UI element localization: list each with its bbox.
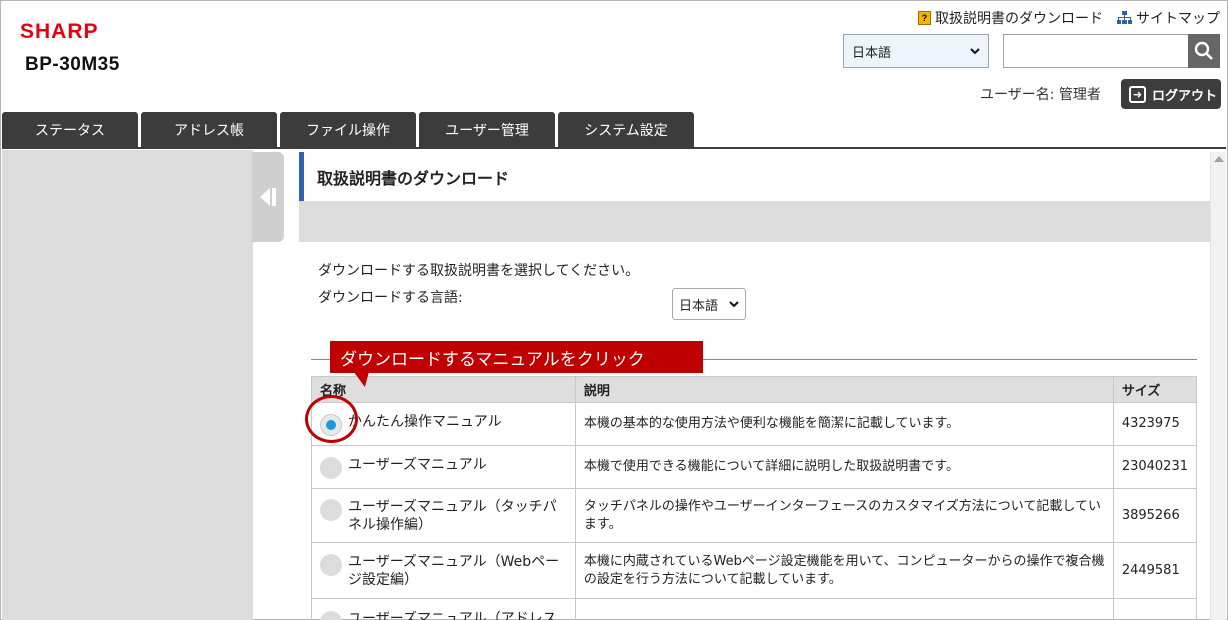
tab-file-operation[interactable]: ファイル操作 (280, 112, 416, 148)
manual-name: ユーザーズマニュアル (348, 456, 487, 473)
sitemap-label: サイトマップ (1136, 11, 1220, 27)
vertical-scrollbar[interactable] (1210, 152, 1226, 620)
tab-user-management[interactable]: ユーザー管理 (419, 112, 555, 148)
tab-underline (2, 147, 1226, 149)
manual-radio[interactable] (320, 611, 342, 620)
table-row[interactable]: ユーザーズマニュアル（アドレス (311, 598, 1198, 620)
manual-description: 本機で使用できる機能について詳細に説明した取扱説明書です。 (574, 445, 1114, 489)
manual-download-link[interactable]: ? 取扱説明書のダウンロード (918, 8, 1103, 28)
column-header-size: サイズ (1112, 376, 1198, 403)
sitemap-icon (1117, 11, 1132, 25)
sidebar (2, 150, 253, 620)
table-row[interactable]: かんたん操作マニュアル 本機の基本的な使用方法や便利な機能を簡潔に記載しています… (311, 402, 1198, 446)
manual-name: ユーザーズマニュアル（アドレス (348, 611, 557, 620)
manual-icon: ? (918, 11, 931, 25)
logout-icon: ➜ (1129, 85, 1146, 103)
search-input[interactable] (1003, 34, 1189, 68)
manual-description: 本機の基本的な使用方法や便利な機能を簡潔に記載しています。 (574, 402, 1114, 446)
manual-size: 23040231 (1112, 445, 1198, 489)
download-language-label: ダウンロードする言語: (318, 290, 463, 306)
manual-name: かんたん操作マニュアル (348, 413, 502, 430)
chevron-down-icon (970, 47, 980, 54)
manual-size: 2449581 (1112, 542, 1198, 599)
language-select[interactable]: 日本語 (843, 34, 989, 68)
manual-size: 4323975 (1112, 402, 1198, 446)
tab-status[interactable]: ステータス (2, 112, 138, 148)
tab-address-book[interactable]: アドレス帳 (141, 112, 277, 148)
collapse-icon (260, 188, 270, 206)
table-header: 名称 説明 サイズ (311, 376, 1198, 403)
tab-system-settings[interactable]: システム設定 (558, 112, 694, 148)
main-tabs: ステータス アドレス帳 ファイル操作 ユーザー管理 システム設定 (2, 112, 694, 148)
search-icon (1194, 41, 1213, 60)
annotation-callout: ダウンロードするマニュアルをクリック (330, 341, 703, 373)
logout-label: ログアウト (1152, 88, 1218, 104)
download-language-select[interactable]: 日本語 (672, 288, 746, 320)
sidebar-collapse-button[interactable] (252, 152, 284, 242)
manual-name: ユーザーズマニュアル（タッチパネル操作編） (348, 498, 557, 533)
column-header-description: 説明 (574, 376, 1114, 403)
sitemap-link[interactable]: サイトマップ (1117, 8, 1220, 28)
search-button[interactable] (1188, 34, 1220, 68)
user-name: ユーザー名: 管理者 (980, 87, 1101, 103)
manual-download-label: 取扱説明書のダウンロード (935, 11, 1103, 27)
table-row[interactable]: ユーザーズマニュアル（Webページ設定編） 本機に内蔵されているWebページ設定… (311, 542, 1198, 599)
annotation-highlight-circle (305, 395, 358, 443)
column-header-name: 名称 (311, 376, 576, 403)
scroll-up-icon (1214, 156, 1224, 162)
manual-name: ユーザーズマニュアル（Webページ設定編） (348, 553, 560, 588)
manual-description (574, 598, 1114, 620)
language-select-value: 日本語 (852, 45, 892, 61)
manual-radio[interactable] (320, 456, 342, 479)
manual-size (1112, 598, 1198, 620)
logout-button[interactable]: ➜ ログアウト (1121, 79, 1221, 109)
instruction-text: ダウンロードする取扱説明書を選択してください。 (318, 263, 640, 279)
manual-radio[interactable] (320, 553, 342, 576)
top-links: ? 取扱説明書のダウンロード サイトマップ (918, 8, 1220, 28)
download-language-value: 日本語 (679, 298, 719, 314)
manual-description: タッチパネルの操作やユーザーインターフェースのカスタマイズ方法について記載してい… (574, 488, 1114, 543)
table-row[interactable]: ユーザーズマニュアル 本機で使用できる機能について詳細に説明した取扱説明書です。… (311, 445, 1198, 489)
page-toolbar (299, 201, 1210, 242)
table-row[interactable]: ユーザーズマニュアル（タッチパネル操作編） タッチパネルの操作やユーザーインター… (311, 488, 1198, 543)
chevron-down-icon (729, 300, 739, 307)
manual-table: 名称 説明 サイズ かんたん操作マニュアル 本機の基本的な使用方法や便利な機能を… (311, 376, 1198, 620)
model-name: BP-30M35 (25, 54, 120, 75)
manual-radio[interactable] (320, 498, 342, 521)
manual-description: 本機に内蔵されているWebページ設定機能を用いて、コンピューターからの操作で複合… (574, 542, 1114, 599)
page-title: 取扱説明書のダウンロード (299, 152, 1210, 202)
manual-size: 3895266 (1112, 488, 1198, 543)
sharp-logo: SHARP (20, 20, 99, 43)
